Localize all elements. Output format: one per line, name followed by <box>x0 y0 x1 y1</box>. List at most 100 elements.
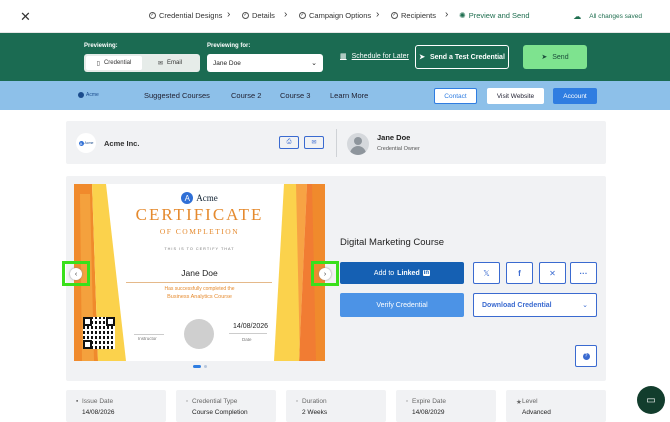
detail-card-level: ★ Level Advanced <box>506 390 606 422</box>
toggle-credential-label: Credential <box>103 60 132 66</box>
detail-value: Course Completion <box>192 409 248 416</box>
add-to-linkedin-button[interactable]: Add to Linked in <box>340 262 464 284</box>
step-campaign-options[interactable]: ✓ Campaign Options <box>299 11 371 20</box>
step-credential-designs[interactable]: ✓ Credential Designs <box>149 11 222 20</box>
linkedin-in-icon: in <box>422 270 431 276</box>
chevron-right-icon: › <box>284 9 288 20</box>
mail-icon: ✉ <box>157 60 163 67</box>
toggle-email[interactable]: ✉ Email <box>142 56 198 70</box>
step-details[interactable]: ✓ Details <box>242 11 275 20</box>
chevron-right-icon: › <box>376 9 380 20</box>
chevron-right-icon: › <box>227 9 231 20</box>
previewing-for-value: Jane Doe <box>213 59 241 67</box>
facebook-icon[interactable]: f <box>506 262 533 284</box>
step-label: Preview and Send <box>468 11 530 20</box>
nav-link-course-2[interactable]: Course 2 <box>231 91 261 100</box>
step-label: Details <box>252 11 275 20</box>
help-button[interactable]: ? <box>575 345 597 367</box>
nav-link-course-3[interactable]: Course 3 <box>280 91 310 100</box>
mail-icon[interactable]: ✉ <box>304 136 324 149</box>
paper-plane-icon: ➤ <box>541 54 548 61</box>
detail-card-duration: ◦ Duration 2 Weeks <box>286 390 386 422</box>
certificate-title: CERTIFICATE <box>135 205 264 224</box>
step-recipients[interactable]: ✓ Recipients <box>391 11 436 20</box>
detail-card-expire-date: ◦ Expire Date 14/08/2029 <box>396 390 496 422</box>
course-name: Digital Marketing Course <box>340 237 445 248</box>
step-preview-and-send[interactable]: ✺ Preview and Send <box>459 11 530 20</box>
send-test-label: Send a Test Credential <box>429 53 505 61</box>
cloud-check-icon: ☁ <box>573 12 582 21</box>
detail-card-credential-type: ◦ Credential Type Course Completion <box>176 390 276 422</box>
chevron-down-icon: ⌄ <box>582 302 588 309</box>
badge-icon: ◦ <box>186 398 189 405</box>
clock-icon: ◦ <box>296 398 299 405</box>
owner-name: Jane Doe <box>377 133 411 142</box>
chevron-right-icon: › <box>445 9 449 20</box>
verify-credential-button[interactable]: Verify Credential <box>340 293 464 317</box>
check-circle-icon: ✓ <box>391 12 398 19</box>
certificate-seal <box>184 319 214 349</box>
previewing-label: Previewing: <box>84 43 118 49</box>
carousel-dot[interactable] <box>204 365 207 368</box>
contact-button[interactable]: Contact <box>434 88 477 104</box>
detail-label: Duration <box>302 398 327 405</box>
course-text: Business Analytics Course <box>167 294 232 300</box>
schedule-label: Schedule for Later <box>351 52 409 60</box>
certify-text: THIS IS TO CERTIFY THAT <box>164 247 235 251</box>
check-circle-icon: ✓ <box>242 12 249 19</box>
detail-label: Issue Date <box>82 398 114 405</box>
recipient-name: Jane Doe <box>181 268 218 278</box>
download-credential-dropdown[interactable]: Download Credential ⌄ <box>473 293 597 317</box>
visit-website-button[interactable]: Visit Website <box>487 88 544 104</box>
detail-label: Level <box>522 398 538 405</box>
check-circle-icon: ✓ <box>299 12 306 19</box>
highlight-next <box>311 261 339 286</box>
nav-link-learn-more[interactable]: Learn More <box>330 91 368 100</box>
more-icon[interactable]: ··· <box>570 262 597 284</box>
issuer-logo: A Acme <box>76 133 96 153</box>
issuer-logo-letter: A <box>78 140 84 146</box>
close-icon[interactable]: ✕ <box>20 9 31 25</box>
completed-text: Has successfully completed the <box>164 286 235 292</box>
qr-code <box>83 317 115 349</box>
linkedin-logo-text: Linked <box>397 269 420 277</box>
chevron-down-icon: ⌄ <box>311 60 317 67</box>
step-label: Campaign Options <box>309 11 372 20</box>
nav-logo[interactable]: Acme <box>78 92 99 98</box>
detail-label: Credential Type <box>192 398 238 405</box>
date-label: Date <box>242 337 252 342</box>
x-logo-icon[interactable]: 𝕏 <box>473 262 500 284</box>
certificate-logo: A Acme <box>74 192 325 204</box>
step-label: Recipients <box>401 11 437 20</box>
print-icon[interactable]: ⎙ <box>279 136 299 149</box>
previewing-for-select[interactable]: Jane Doe ⌄ <box>207 54 323 72</box>
schedule-for-later-link[interactable]: ▦ Schedule for Later <box>340 52 409 61</box>
previewing-for-label: Previewing for: <box>207 43 251 49</box>
acme-logo-icon <box>78 92 84 98</box>
carousel-dot-active[interactable] <box>193 365 201 368</box>
detail-label: Expire Date <box>412 398 446 405</box>
send-button[interactable]: ➤ Send <box>523 45 587 69</box>
star-icon: ★ <box>516 399 522 406</box>
sun-icon: ✺ <box>459 11 466 20</box>
calendar-icon: ◦ <box>406 398 409 405</box>
calendar-icon: ▪ <box>76 398 79 405</box>
nav-link-suggested-courses[interactable]: Suggested Courses <box>144 91 210 100</box>
detail-value: Advanced <box>522 409 551 416</box>
issuer-name: Acme Inc. <box>104 139 140 148</box>
xing-icon[interactable]: ✕ <box>539 262 566 284</box>
download-label: Download Credential <box>482 301 552 309</box>
detail-card-issue-date: ▪ Issue Date 14/08/2026 <box>66 390 166 422</box>
certificate-logo-letter: A <box>181 192 194 204</box>
certificate-subtitle: OF COMPLETION <box>159 227 240 236</box>
send-test-credential-button[interactable]: ➤ Send a Test Credential <box>415 45 509 69</box>
account-button[interactable]: Account <box>553 88 597 104</box>
document-icon: ▯ <box>96 60 100 67</box>
send-label: Send <box>552 53 569 61</box>
divider <box>336 129 337 157</box>
step-label: Credential Designs <box>159 11 223 20</box>
issuer-logo-text: Acme <box>84 141 94 145</box>
toggle-credential[interactable]: ▯ Credential <box>86 56 142 70</box>
paper-plane-icon: ➤ <box>419 54 425 61</box>
chat-button[interactable]: ▭ <box>637 386 665 414</box>
